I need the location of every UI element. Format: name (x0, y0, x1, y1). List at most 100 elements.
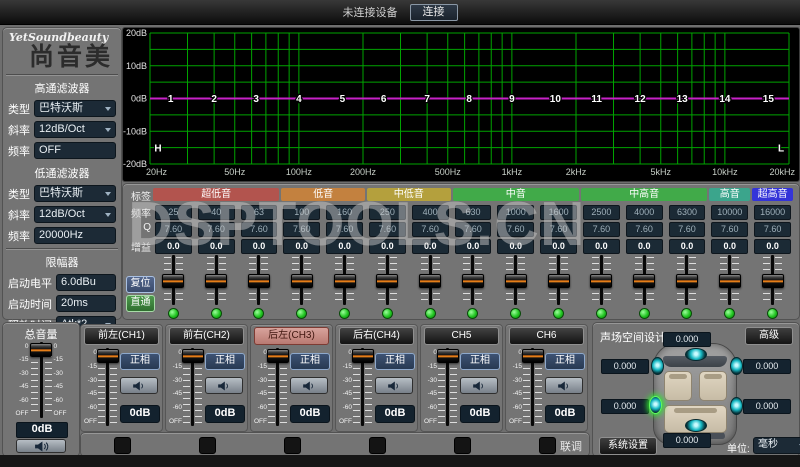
channel-mute-button-6[interactable] (545, 377, 583, 394)
speaker-front-icon[interactable] (685, 348, 707, 361)
channel-slider-6[interactable]: 0 -15 -30 -45 -60 OFF (508, 348, 544, 426)
eq-gain-value-15[interactable]: 0.0 (754, 239, 791, 254)
channel-mute-button-4[interactable] (375, 377, 413, 394)
eq-fader-track-15[interactable] (761, 255, 784, 305)
eq-gain-value-5[interactable]: 0.0 (326, 239, 363, 254)
eq-fader-thumb-2[interactable] (205, 274, 228, 288)
eq-fader-thumb-3[interactable] (247, 274, 270, 288)
eq-q-value-9[interactable]: 7.60 (497, 222, 535, 237)
limiter-attack-input[interactable]: 20ms (56, 295, 116, 312)
eq-fader-track-4[interactable] (290, 255, 313, 305)
eq-fader-thumb-9[interactable] (504, 274, 527, 288)
channel-select-button-1[interactable]: 前左(CH1) (84, 327, 159, 345)
speaker-front-left-icon[interactable] (651, 357, 664, 375)
eq-fader-thumb-11[interactable] (590, 274, 613, 288)
eq-point-12[interactable]: 12 (633, 93, 647, 107)
eq-bypass-button[interactable]: 直通 (126, 295, 155, 312)
link-checkbox-5[interactable] (454, 437, 471, 454)
eq-q-value-4[interactable]: 7.60 (283, 222, 321, 237)
eq-q-value-10[interactable]: 7.60 (540, 222, 577, 237)
channel-select-button-5[interactable]: CH5 (424, 327, 499, 345)
hpf-freq-input[interactable]: OFF (34, 142, 116, 159)
channel-fader-track-4[interactable] (351, 348, 374, 426)
speaker-rear-icon[interactable] (685, 419, 707, 432)
eq-q-value-14[interactable]: 7.60 (711, 222, 749, 237)
lpf-type-select[interactable]: 巴特沃斯 (34, 185, 116, 202)
eq-fader-track-1[interactable] (162, 255, 185, 305)
eq-q-value-5[interactable]: 7.60 (326, 222, 363, 237)
eq-q-value-1[interactable]: 7.60 (155, 222, 192, 237)
channel-fader-track-6[interactable] (521, 348, 544, 426)
channel-select-button-4[interactable]: 后右(CH4) (339, 327, 414, 345)
eq-q-value-6[interactable]: 7.60 (368, 222, 406, 237)
eq-point-7[interactable]: 7 (423, 93, 432, 107)
eq-fader-track-8[interactable] (461, 255, 484, 305)
channel-fader-track-5[interactable] (436, 348, 459, 426)
channel-fader-thumb-1[interactable] (96, 349, 119, 363)
eq-fader-thumb-1[interactable] (162, 274, 185, 288)
eq-fader-track-10[interactable] (547, 255, 570, 305)
eq-freq-value-1[interactable]: 25 (155, 205, 192, 220)
eq-fader-thumb-13[interactable] (675, 274, 698, 288)
eq-q-value-13[interactable]: 7.60 (668, 222, 706, 237)
eq-freq-value-3[interactable]: 63 (240, 205, 278, 220)
eq-gain-value-6[interactable]: 0.0 (368, 239, 406, 254)
eq-fader-thumb-10[interactable] (547, 274, 570, 288)
eq-point-1[interactable]: 1 (167, 93, 176, 107)
eq-gain-value-8[interactable]: 0.0 (454, 239, 492, 254)
delay-rear-left-value[interactable]: 0.000 (601, 399, 649, 414)
eq-fader-track-6[interactable] (376, 255, 399, 305)
channel-select-button-6[interactable]: CH6 (509, 327, 584, 345)
link-checkbox-4[interactable] (369, 437, 386, 454)
eq-frequency-response-graph[interactable]: 20dB 10dB 0dB -10dB -20dB 20Hz 50Hz 100Hz 200Hz 5… (122, 27, 800, 182)
eq-fader-thumb-6[interactable] (376, 274, 399, 288)
eq-fader-track-9[interactable] (504, 255, 527, 305)
eq-q-value-12[interactable]: 7.60 (625, 222, 663, 237)
eq-freq-value-7[interactable]: 400 (411, 205, 449, 220)
eq-q-value-11[interactable]: 7.60 (582, 222, 620, 237)
system-settings-button[interactable]: 系统设置 (599, 437, 657, 455)
lpf-marker[interactable]: L (777, 143, 785, 156)
channel-fader-thumb-4[interactable] (351, 349, 374, 363)
connect-button[interactable]: 连接 (409, 3, 458, 21)
eq-fader-track-13[interactable] (675, 255, 698, 305)
eq-gain-value-11[interactable]: 0.0 (582, 239, 620, 254)
eq-point-13[interactable]: 13 (675, 93, 689, 107)
eq-freq-value-5[interactable]: 160 (326, 205, 363, 220)
channel-fader-thumb-2[interactable] (181, 349, 204, 363)
eq-point-2[interactable]: 2 (210, 93, 219, 107)
eq-fader-track-5[interactable] (333, 255, 356, 305)
master-mute-button[interactable] (16, 439, 66, 453)
channel-fader-thumb-3[interactable] (266, 349, 289, 363)
channel-mute-button-3[interactable] (290, 377, 328, 394)
master-fader-track[interactable] (30, 342, 52, 418)
channel-mute-button-2[interactable] (205, 377, 243, 394)
phase-button-2[interactable]: 正相 (205, 353, 245, 370)
channel-fader-track-2[interactable] (181, 348, 204, 426)
link-checkbox-2[interactable] (199, 437, 216, 454)
eq-fader-track-11[interactable] (590, 255, 613, 305)
eq-gain-value-7[interactable]: 0.0 (411, 239, 449, 254)
eq-graph-canvas[interactable]: 20dB 10dB 0dB -10dB -20dB20Hz 50Hz 100Hz 200Hz 5… (123, 28, 797, 179)
eq-q-value-7[interactable]: 7.60 (411, 222, 449, 237)
channel-mute-button-5[interactable] (460, 377, 498, 394)
eq-fader-thumb-8[interactable] (461, 274, 484, 288)
channel-fader-thumb-6[interactable] (521, 349, 544, 363)
eq-fader-track-12[interactable] (633, 255, 656, 305)
eq-gain-value-3[interactable]: 0.0 (240, 239, 278, 254)
eq-fader-thumb-5[interactable] (333, 274, 356, 288)
channel-select-button-2[interactable]: 前右(CH2) (169, 327, 244, 345)
eq-fader-track-3[interactable] (247, 255, 270, 305)
link-checkbox-3[interactable] (284, 437, 301, 454)
delay-front-value[interactable]: 0.000 (663, 332, 711, 347)
eq-freq-value-6[interactable]: 250 (368, 205, 406, 220)
eq-fader-thumb-7[interactable] (419, 274, 442, 288)
eq-fader-track-14[interactable] (718, 255, 741, 305)
eq-q-value-2[interactable]: 7.60 (197, 222, 235, 237)
channel-slider-4[interactable]: 0 -15 -30 -45 -60 OFF (338, 348, 374, 426)
phase-button-4[interactable]: 正相 (375, 353, 415, 370)
eq-fader-track-2[interactable] (205, 255, 228, 305)
eq-freq-value-10[interactable]: 1600 (540, 205, 577, 220)
channel-mute-button-1[interactable] (120, 377, 158, 394)
eq-point-3[interactable]: 3 (252, 93, 260, 107)
